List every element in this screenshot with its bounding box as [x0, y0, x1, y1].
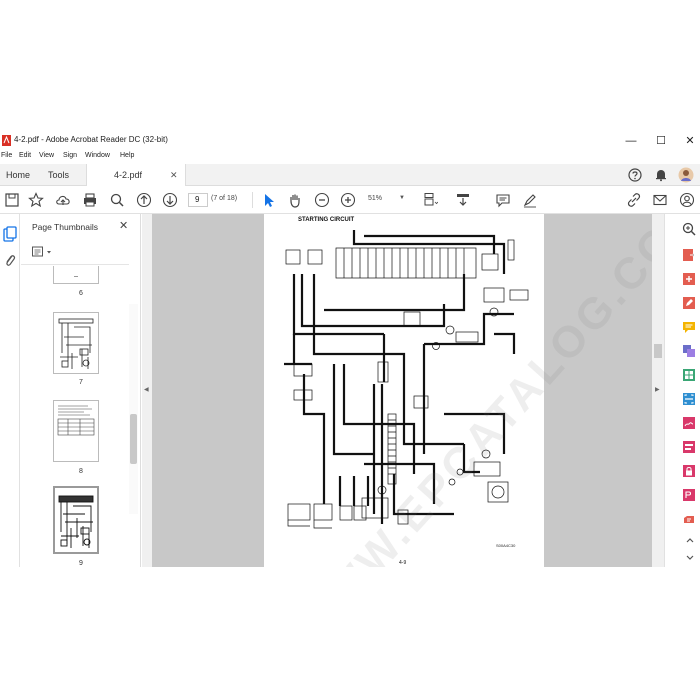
acrobat-window: 4-2.pdf - Adobe Acrobat Reader DC (32-bi…: [0, 130, 700, 567]
zoom-level-value[interactable]: 51%: [368, 195, 382, 202]
document-viewport[interactable]: STARTING CIRCUIT S00A4C30 4-9: [152, 214, 652, 567]
menu-window[interactable]: Window: [85, 152, 110, 159]
redact-icon[interactable]: [682, 440, 696, 454]
thumbnail-label-7: 7: [79, 379, 83, 386]
menu-file[interactable]: File: [1, 152, 12, 159]
acrobat-logo-icon: [2, 135, 11, 146]
create-pdf-icon[interactable]: [682, 272, 696, 286]
user-avatar-icon[interactable]: [678, 167, 694, 183]
pages-icon[interactable]: [3, 226, 17, 242]
scan-ocr-icon[interactable]: [682, 392, 696, 406]
minimize-button[interactable]: —: [622, 133, 640, 149]
page-count-label: (7 of 18): [211, 195, 238, 202]
thumbnail-page-8-preview: [57, 405, 95, 436]
help-icon[interactable]: [628, 168, 642, 182]
thumbnail-page-8[interactable]: [53, 400, 99, 462]
menu-help[interactable]: Help: [120, 152, 134, 159]
zoom-in-icon[interactable]: [340, 192, 356, 208]
thumbnail-page-6[interactable]: [53, 266, 99, 284]
tools-expand-icon[interactable]: [685, 536, 695, 546]
maximize-button[interactable]: ☐: [652, 133, 670, 149]
tab-document-label: 4-2.pdf: [114, 170, 143, 180]
thumbnail-scrollbar-thumb[interactable]: [130, 414, 137, 464]
hand-tool-icon[interactable]: [287, 192, 303, 208]
scroll-mode-icon[interactable]: [455, 192, 471, 208]
page-number-input[interactable]: 9: [188, 193, 208, 207]
collapse-right-arrow-icon[interactable]: ▶: [655, 386, 660, 393]
notifications-bell-icon[interactable]: [654, 168, 668, 182]
zoom-out-icon[interactable]: [314, 192, 330, 208]
window-title: 4-2.pdf - Adobe Acrobat Reader DC (32-bi…: [14, 135, 168, 144]
tools-collapse-icon[interactable]: [685, 552, 695, 562]
collapse-left-pane-handle[interactable]: ◀: [142, 214, 152, 567]
export-pdf-icon[interactable]: [682, 248, 696, 262]
collapse-left-arrow-icon: ◀: [144, 387, 149, 393]
main-toolbar: 9 (7 of 18) 51% ▼: [0, 186, 700, 214]
thumbnail-options-icon[interactable]: [32, 246, 54, 258]
email-icon[interactable]: [652, 192, 668, 208]
next-page-icon[interactable]: [162, 192, 178, 208]
thumbnail-page-9[interactable]: [53, 486, 99, 554]
right-tools-rail: [664, 214, 700, 567]
thumbnail-page-7[interactable]: [53, 312, 99, 374]
page-view-icon[interactable]: [422, 192, 438, 208]
thumbnail-page-7-preview: [58, 318, 94, 369]
account-circle-icon[interactable]: [679, 192, 695, 208]
thumbnail-label-8: 8: [79, 468, 83, 475]
draw-pen-icon[interactable]: [522, 192, 538, 208]
tab-document-close-icon[interactable]: ✕: [170, 164, 178, 186]
menu-sign[interactable]: Sign: [63, 152, 77, 159]
comment-tool-icon[interactable]: [682, 320, 696, 334]
document-scrollbar-thumb[interactable]: [654, 344, 662, 358]
organize-pages-icon[interactable]: [682, 368, 696, 382]
previous-page-icon[interactable]: [136, 192, 152, 208]
panel-title: Page Thumbnails: [32, 222, 98, 232]
tab-tools[interactable]: Tools: [48, 164, 69, 186]
bookmark-star-icon[interactable]: [28, 192, 44, 208]
tab-home[interactable]: Home: [6, 164, 30, 186]
left-nav-rail: [0, 214, 20, 567]
comment-icon[interactable]: [495, 192, 511, 208]
menu-view[interactable]: View: [39, 152, 54, 159]
zoom-icon[interactable]: [682, 222, 696, 236]
zoom-dropdown-icon[interactable]: ▼: [399, 195, 405, 201]
fill-sign-icon[interactable]: [682, 416, 696, 430]
figure-code: S00A4C30: [496, 543, 516, 548]
tab-bar: Home Tools 4-2.pdf ✕: [0, 164, 700, 186]
pdf-icon[interactable]: [682, 488, 696, 502]
combine-files-icon[interactable]: [682, 344, 696, 358]
more-tools-icon[interactable]: [682, 512, 696, 526]
thumbnail-label-6: 6: [79, 290, 83, 297]
thumbnail-scrollbar[interactable]: [129, 304, 138, 514]
thumbnail-label-9: 9: [79, 560, 83, 567]
document-scrollbar[interactable]: ▶: [652, 214, 664, 567]
close-window-button[interactable]: ✕: [681, 133, 699, 149]
save-icon[interactable]: [4, 192, 20, 208]
title-bar: 4-2.pdf - Adobe Acrobat Reader DC (32-bi…: [0, 130, 700, 152]
thumbnail-page-9-preview: [58, 495, 94, 548]
page-thumbnails-panel: Page Thumbnails ✕ 6 7 8 9: [21, 214, 141, 567]
select-cursor-icon[interactable]: [261, 192, 277, 208]
cloud-upload-icon[interactable]: [55, 192, 71, 208]
tab-document[interactable]: 4-2.pdf ✕: [86, 164, 186, 186]
share-link-icon[interactable]: [626, 192, 642, 208]
close-panel-icon[interactable]: ✕: [119, 219, 128, 232]
search-zoom-icon[interactable]: [109, 192, 125, 208]
protect-icon[interactable]: [682, 464, 696, 478]
toolbar-divider: [252, 192, 253, 208]
attachment-icon[interactable]: [4, 252, 16, 268]
menu-edit[interactable]: Edit: [19, 152, 31, 159]
print-icon[interactable]: [82, 192, 98, 208]
menu-bar: File Edit View Sign Window Help: [0, 152, 700, 164]
edit-pdf-icon[interactable]: [682, 296, 696, 310]
